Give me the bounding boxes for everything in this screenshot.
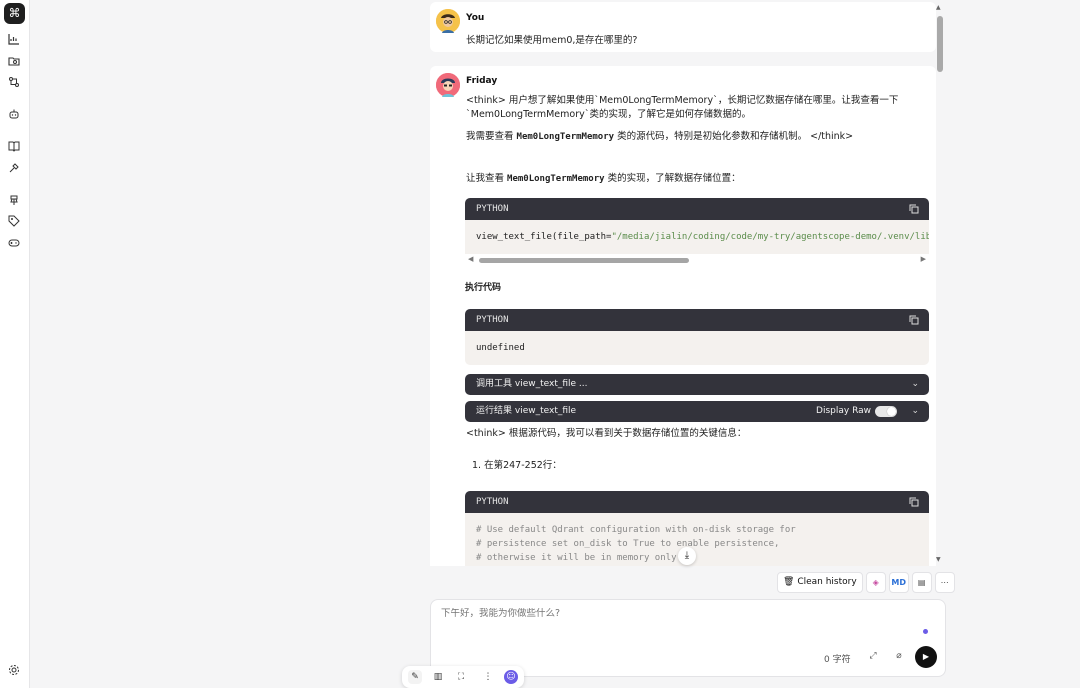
think-line-1: <think> 用户想了解如果使用`Mem0LongTermMemory`，长期… (466, 95, 899, 106)
code-block-3-header: PYTHON (465, 491, 929, 513)
user-author: You (466, 13, 485, 23)
app-logo-icon[interactable]: ⌘ (4, 3, 25, 24)
char-counter: 0 字符 (824, 655, 851, 665)
send-button[interactable]: ▶ (915, 646, 937, 668)
status-dot (923, 629, 928, 634)
code-block-2-header: PYTHON (465, 309, 929, 331)
markdown-button[interactable]: MD (888, 572, 909, 593)
code-lang-label: PYTHON (476, 204, 509, 214)
code-horizontal-scrollbar[interactable]: ◀ ▶ (465, 254, 929, 266)
copy-icon[interactable] (909, 315, 919, 325)
book-icon[interactable]: ▥ (431, 670, 445, 684)
user-message-text: 长期记忆如果使用mem0,是存在哪里的? (466, 35, 638, 46)
attach-icon[interactable]: ⌀ (893, 651, 905, 663)
bot-message: Friday <think> 用户想了解如果使用`Mem0LongTermMem… (430, 66, 936, 566)
chat-panel: You 长期记忆如果使用mem0,是存在哪里的? Friday <think> … (430, 0, 946, 566)
exec-code-heading: 执行代码 (465, 283, 502, 293)
trash-icon: 🗑 (783, 577, 795, 587)
robot-icon[interactable] (7, 108, 21, 122)
code-block-1-body: view_text_file(file_path="/media/jialin/… (465, 220, 929, 254)
tools-icon[interactable] (7, 162, 21, 176)
assistant-icon[interactable]: ☺ (504, 670, 518, 684)
chat-input[interactable] (441, 608, 921, 619)
screenshot-icon[interactable]: ⛶ (454, 670, 468, 684)
scroll-down-icon[interactable]: ⤓ (678, 547, 696, 565)
chevron-down-icon[interactable]: ⌄ (911, 374, 919, 395)
tool-call-bar[interactable]: 调用工具 view_text_file ... ⌄ (465, 374, 929, 395)
floating-toolbar: ✎ ▥ ⛶ ⋮ ☺ (402, 666, 524, 688)
folder-search-icon[interactable] (7, 55, 21, 69)
view-class-line: 让我查看 Mem0LongTermMemory 类的实现，了解数据存储位置： (466, 173, 741, 184)
gamepad-icon[interactable] (7, 237, 21, 251)
palette-icon[interactable]: ◈ (865, 572, 886, 593)
think-line-4: <think> 根据源代码，我可以看到关于数据存储位置的关键信息： (466, 428, 747, 439)
display-raw-toggle[interactable] (875, 406, 897, 417)
code-block-2-body: undefined (465, 331, 929, 365)
chart-icon[interactable] (7, 33, 21, 47)
chevron-down-icon[interactable]: ⌄ (911, 401, 919, 422)
flow-icon[interactable] (7, 76, 21, 90)
list-item: 1. 在第247-252行： (472, 460, 562, 471)
copy-icon[interactable] (909, 204, 919, 214)
bot-author: Friday (466, 76, 498, 86)
expand-icon[interactable]: ⤢ (867, 651, 879, 663)
scrollbar-thumb[interactable] (937, 16, 943, 72)
copy-icon[interactable] (909, 497, 919, 507)
think-line-2: `Mem0LongTermMemory`类的实现，了解它是如何存储数据的。 (466, 109, 751, 120)
book-icon[interactable] (7, 140, 21, 154)
chat-toolbar: 🗑 Clean history ◈ MD ▤ ⋯ (777, 572, 955, 593)
pin-icon[interactable] (7, 194, 21, 208)
left-rail: ⌘ (0, 0, 30, 688)
user-message: You 长期记忆如果使用mem0,是存在哪里的? (430, 2, 936, 52)
scrollbar-thumb[interactable] (479, 258, 689, 263)
settings-icon[interactable] (7, 664, 21, 678)
bot-avatar (436, 73, 460, 97)
user-avatar (436, 9, 460, 33)
tag-icon[interactable] (7, 215, 21, 229)
code-block-1-header: PYTHON (465, 198, 929, 220)
more-icon[interactable]: ⋯ (934, 572, 955, 593)
more-vertical-icon[interactable]: ⋮ (481, 670, 495, 684)
pen-icon[interactable]: ✎ (408, 670, 422, 684)
code-block-3-body: # Use default Qdrant configuration with … (465, 513, 929, 566)
tool-result-bar[interactable]: 运行结果 view_text_file Display Raw ⌄ (465, 401, 929, 422)
layout-icon[interactable]: ▤ (911, 572, 932, 593)
chat-vertical-scrollbar[interactable]: ▲ ▼ (936, 4, 944, 564)
clean-history-button[interactable]: 🗑 Clean history (777, 572, 863, 593)
think-line-3: 我需要查看 Mem0LongTermMemory 类的源代码，特别是初始化参数和… (466, 131, 854, 142)
